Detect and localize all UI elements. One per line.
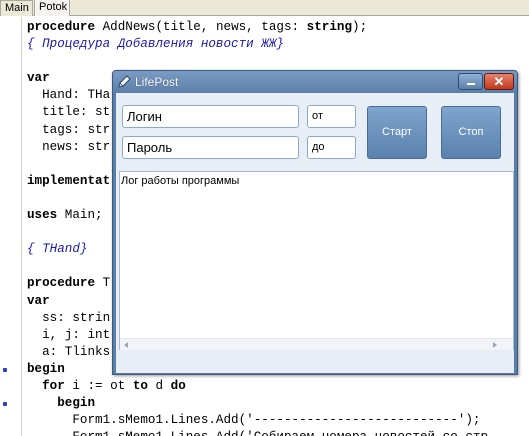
code-token: a: Tlinks xyxy=(27,344,111,359)
pen-icon xyxy=(118,75,131,88)
code-token: Hand: THa xyxy=(27,88,111,103)
code-token: i, j: int xyxy=(27,327,111,342)
code-token: tags: str xyxy=(27,122,111,137)
close-icon: ✕ xyxy=(493,74,505,89)
login-field[interactable]: Логин xyxy=(122,105,299,128)
code-token: do xyxy=(170,378,186,393)
code-token: uses xyxy=(27,208,58,223)
code-token: implementat xyxy=(27,173,111,188)
minimize-button[interactable] xyxy=(458,73,483,90)
stop-button[interactable]: Стоп xyxy=(441,106,501,159)
code-token: ss: strin xyxy=(27,310,111,325)
code-token: { Процедура Добавления новости ЖЖ} xyxy=(27,37,284,52)
code-token: T xyxy=(95,276,111,291)
code-token: var xyxy=(27,71,50,86)
code-token: procedure xyxy=(27,276,96,291)
code-token: Form1.sMemo1.Lines.Add('Собираем номера … xyxy=(27,430,488,436)
editor-gutter[interactable] xyxy=(0,17,22,436)
scroll-right-icon[interactable] xyxy=(493,342,497,348)
window-titlebar[interactable]: LifePost ✕ xyxy=(113,71,517,93)
code-token: d xyxy=(147,378,171,393)
code-token: string xyxy=(306,20,353,34)
lifepost-window: LifePost ✕ Логин Пароль от до Старт Стоп… xyxy=(112,70,518,375)
code-token: AddNews(title, news, tags: xyxy=(95,20,307,34)
code-token: Main; xyxy=(57,208,103,223)
code-line: for i := ot to d do xyxy=(27,378,488,395)
editor-tab-strip: Main Potok xyxy=(0,0,529,16)
code-token: i := ot xyxy=(64,378,133,393)
start-button[interactable]: Старт xyxy=(367,106,427,159)
code-token: for xyxy=(42,378,65,393)
line-marker-icon xyxy=(3,401,7,406)
line-marker-icon xyxy=(3,367,7,372)
status-area xyxy=(116,351,514,373)
horizontal-scrollbar[interactable] xyxy=(120,338,513,350)
code-line: Form1.sMemo1.Lines.Add('Собираем номера … xyxy=(27,429,488,436)
code-token: begin xyxy=(57,396,96,411)
window-client-area: Логин Пароль от до Старт Стоп Лог работы… xyxy=(116,93,514,373)
tab-main[interactable]: Main xyxy=(0,0,33,16)
close-button[interactable]: ✕ xyxy=(484,73,514,90)
tab-potok[interactable]: Potok xyxy=(34,0,70,16)
to-field[interactable]: до xyxy=(307,136,356,159)
code-token: begin xyxy=(27,361,65,376)
from-field[interactable]: от xyxy=(307,105,356,128)
code-token: to xyxy=(132,378,148,393)
code-token: ); xyxy=(352,20,368,34)
code-token: procedure xyxy=(27,20,96,34)
code-token: title: st xyxy=(27,105,111,120)
code-token: { THand} xyxy=(27,242,88,257)
code-token: var xyxy=(27,293,50,308)
scroll-left-icon[interactable] xyxy=(124,342,128,348)
code-line: { Процедура Добавления новости ЖЖ} xyxy=(27,36,488,53)
password-field[interactable]: Пароль xyxy=(122,136,299,159)
code-token: Form1.sMemo1.Lines.Add('----------------… xyxy=(27,413,481,428)
log-text: Лог работы программы xyxy=(121,175,240,187)
code-token: news: str xyxy=(27,139,111,154)
code-line: Form1.sMemo1.Lines.Add('----------------… xyxy=(27,412,488,429)
code-line: begin xyxy=(27,395,488,412)
code-line: procedure AddNews(title, news, tags: str… xyxy=(27,19,488,36)
log-memo[interactable]: Лог работы программы xyxy=(119,171,514,350)
window-title: LifePost xyxy=(135,75,179,89)
